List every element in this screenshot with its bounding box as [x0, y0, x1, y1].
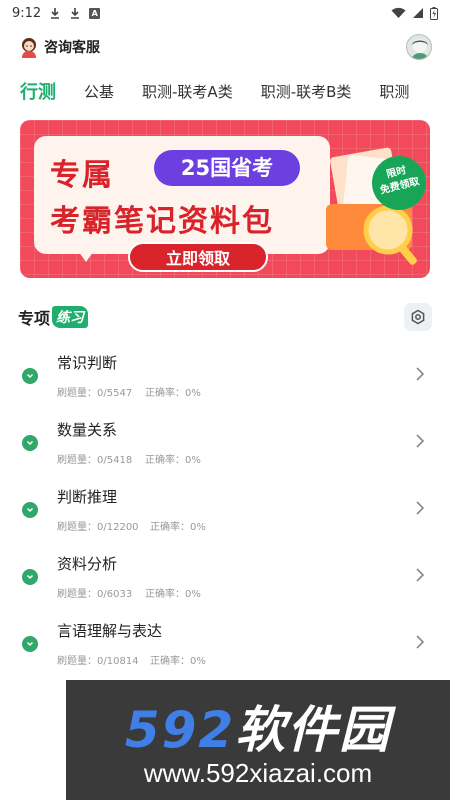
item-count: 刷题量：0/10814 — [57, 656, 139, 667]
item-title: 言语理解与表达 — [57, 622, 163, 640]
item-count: 刷题量：0/6033 — [57, 589, 133, 600]
watermark-numbers: 592 — [124, 701, 236, 759]
promo-banner[interactable]: 专属 25国省考 考霸笔记资料包 立即领取 限时 免费领取 — [20, 120, 430, 278]
signal-icon — [413, 8, 423, 18]
banner-card-tail — [76, 248, 96, 262]
list-item[interactable]: 常识判断 刷题量：0/5547 正确率：0% — [0, 342, 450, 409]
tab-zhice-b[interactable]: 职测-联考B类 — [247, 81, 366, 102]
banner-title-line1: 专属 — [50, 158, 114, 193]
expand-chevron-icon[interactable] — [22, 368, 38, 384]
category-tabs: 行测 公基 职测-联考A类 职测-联考B类 职测 — [0, 74, 450, 108]
list-item[interactable]: 数量关系 刷题量：0/5418 正确率：0% — [0, 409, 450, 476]
item-accuracy: 正确率：0% — [150, 522, 206, 533]
watermark-name: 软件园 — [235, 701, 392, 759]
item-accuracy: 正确率：0% — [145, 589, 201, 600]
settings-hex-icon — [411, 309, 425, 325]
settings-button[interactable] — [404, 303, 432, 331]
item-count: 刷题量：0/5418 — [57, 455, 133, 466]
list-item[interactable]: 判断推理 刷题量：0/12200 正确率：0% — [0, 476, 450, 543]
user-avatar[interactable] — [406, 34, 432, 60]
expand-chevron-icon[interactable] — [22, 435, 38, 451]
item-title: 常识判断 — [57, 354, 118, 372]
header: 咨询客服 — [0, 30, 450, 64]
chevron-right-icon — [416, 501, 425, 515]
section-title: 专项 — [18, 309, 51, 328]
tab-xingce[interactable]: 行测 — [0, 78, 70, 104]
battery-icon — [430, 6, 438, 20]
expand-chevron-icon[interactable] — [22, 636, 38, 652]
expand-chevron-icon[interactable] — [22, 502, 38, 518]
customer-service-button[interactable]: 咨询客服 — [18, 36, 100, 58]
banner-pill: 25国省考 — [154, 150, 300, 186]
site-watermark: 592软件园 www.592xiazai.com — [66, 680, 450, 800]
section-tag: 练习 — [52, 306, 89, 328]
tab-gongji[interactable]: 公基 — [70, 81, 128, 102]
practice-section-header: 专项 练习 — [0, 300, 450, 334]
item-accuracy: 正确率：0% — [145, 388, 201, 399]
status-time: 9:12 — [12, 5, 42, 21]
list-item[interactable]: 资料分析 刷题量：0/6033 正确率：0% — [0, 543, 450, 610]
expand-chevron-icon[interactable] — [22, 569, 38, 585]
tab-zhice-a[interactable]: 职测-联考A类 — [128, 81, 247, 102]
watermark-logo: 592软件园 — [66, 690, 450, 762]
customer-service-avatar-icon — [22, 38, 36, 58]
item-accuracy: 正确率：0% — [150, 656, 206, 667]
practice-list: 常识判断 刷题量：0/5547 正确率：0% 数量关系 刷题量：0/5418 正… — [0, 342, 450, 677]
status-bar: 9:12 A — [0, 0, 450, 26]
item-count: 刷题量：0/12200 — [57, 522, 139, 533]
customer-service-label: 咨询客服 — [44, 40, 100, 56]
download-icon — [51, 8, 60, 19]
item-title: 判断推理 — [57, 488, 118, 506]
download-icon — [71, 8, 80, 19]
item-count: 刷题量：0/5547 — [57, 388, 133, 399]
list-item[interactable]: 言语理解与表达 刷题量：0/10814 正确率：0% — [0, 610, 450, 677]
claim-now-button[interactable]: 立即领取 — [128, 242, 268, 272]
avatar-icon — [411, 39, 429, 59]
wifi-icon — [391, 7, 406, 18]
banner-title-line2: 考霸笔记资料包 — [50, 204, 274, 239]
item-accuracy: 正确率：0% — [145, 455, 201, 466]
chevron-right-icon — [416, 635, 425, 649]
tab-zhice-more[interactable]: 职测 — [365, 81, 423, 102]
chevron-right-icon — [416, 434, 425, 448]
item-title: 资料分析 — [57, 555, 118, 573]
watermark-url: www.592xiazai.com — [143, 758, 373, 788]
app-notification-icon: A — [89, 7, 101, 19]
chevron-right-icon — [416, 367, 425, 381]
item-title: 数量关系 — [57, 421, 118, 439]
chevron-right-icon — [416, 568, 425, 582]
